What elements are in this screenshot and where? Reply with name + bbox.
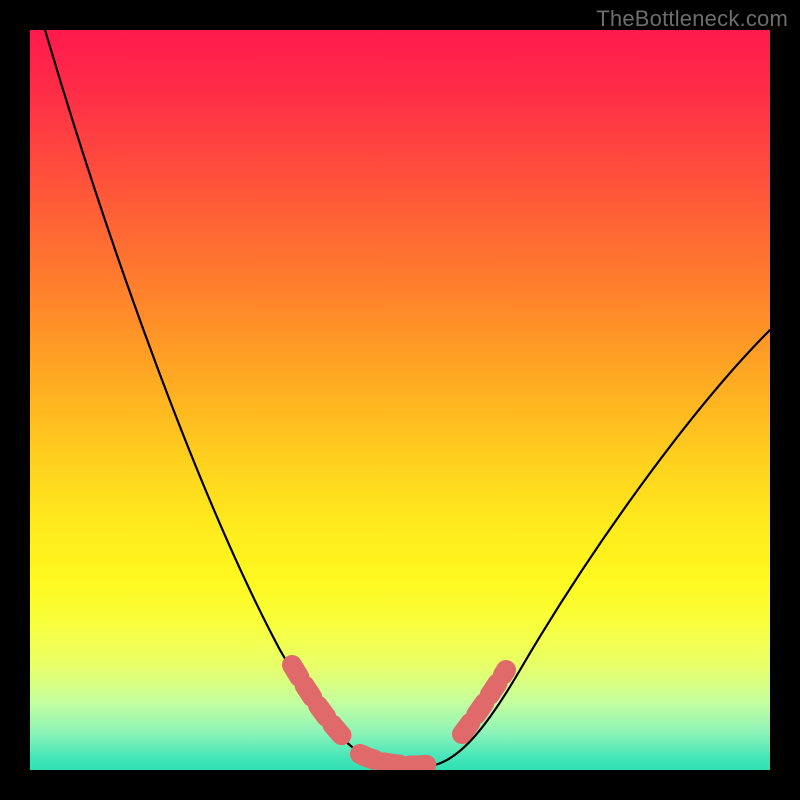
bottleneck-curve	[45, 30, 770, 767]
chart-frame: TheBottleneck.com	[0, 0, 800, 800]
highlight-floor	[360, 754, 432, 766]
curve-layer	[30, 30, 770, 770]
watermark-text: TheBottleneck.com	[596, 6, 788, 32]
plot-area	[30, 30, 770, 770]
highlight-left	[292, 665, 348, 742]
